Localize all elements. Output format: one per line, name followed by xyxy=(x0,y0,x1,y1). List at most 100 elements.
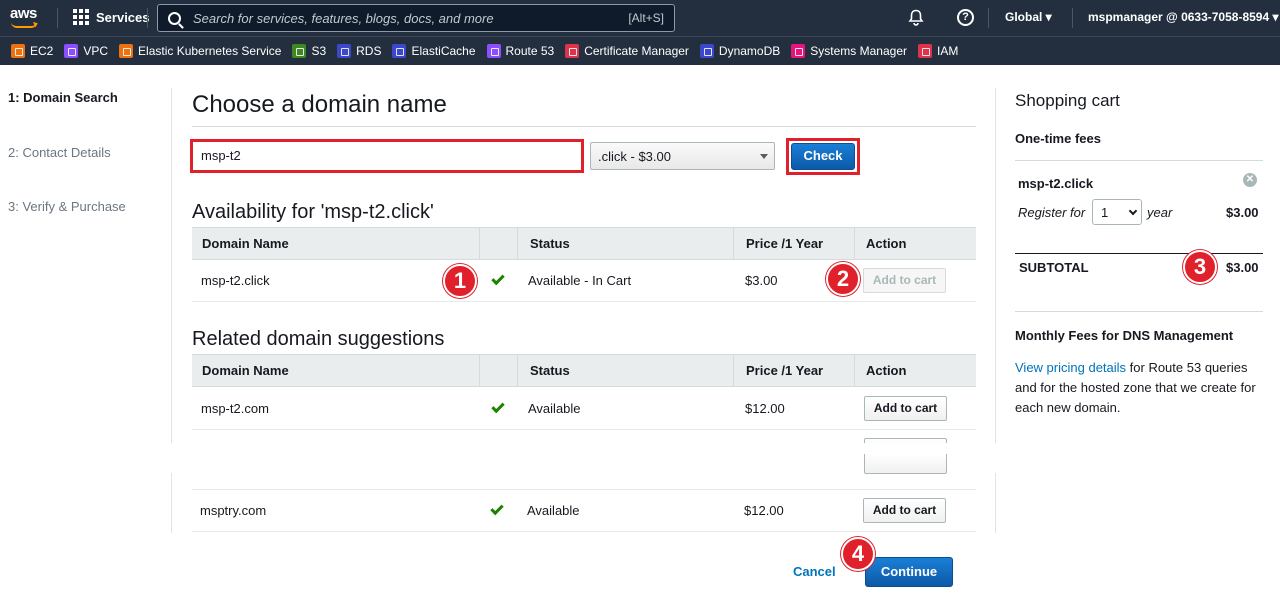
search-input[interactable]: Search for services, features, blogs, do… xyxy=(157,4,675,32)
divider xyxy=(147,8,148,28)
divider xyxy=(1015,253,1263,254)
add-to-cart-button-partial[interactable] xyxy=(864,454,947,474)
year-label: year xyxy=(1147,205,1173,220)
favorite-dynamodb[interactable]: DynamoDB xyxy=(699,44,781,58)
table-row: msptry.com Available $12.00 Add to cart xyxy=(192,490,976,532)
aws-logo[interactable]: aws xyxy=(10,5,37,22)
favorite-label: Systems Manager xyxy=(810,44,907,58)
status-cell: Available xyxy=(527,503,580,518)
check-button[interactable]: Check xyxy=(791,143,855,170)
services-grid-icon xyxy=(73,9,89,25)
step-marker-4: 4 xyxy=(841,537,875,571)
add-to-cart-button[interactable]: Add to cart xyxy=(864,396,947,421)
favorite-systems-manager[interactable]: Systems Manager xyxy=(791,44,907,58)
favorite-label: RDS xyxy=(356,44,382,58)
monthly-fees-heading: Monthly Fees for DNS Management xyxy=(1015,328,1234,343)
favorite-route-53[interactable]: Route 53 xyxy=(486,44,554,58)
divider xyxy=(192,126,976,127)
check-button-highlight: Check xyxy=(786,138,860,175)
step-contact-details: 2: Contact Details xyxy=(8,145,111,160)
status-cell: Available xyxy=(528,401,581,416)
favorite-iam[interactable]: IAM xyxy=(917,44,959,58)
favorite-s3[interactable]: S3 xyxy=(292,44,326,58)
favorite-ec2[interactable]: EC2 xyxy=(11,44,53,58)
chevron-down-icon xyxy=(1128,206,1138,216)
continue-button[interactable]: Continue xyxy=(865,557,953,587)
favorite-elastic-kubernetes-service[interactable]: Elastic Kubernetes Service xyxy=(119,44,281,58)
view-pricing-link[interactable]: View pricing details xyxy=(1015,360,1126,375)
divider xyxy=(1015,160,1263,161)
divider xyxy=(733,355,734,386)
account-menu[interactable]: mspmanager @ 0633-7058-8594 ▾ xyxy=(1088,10,1279,24)
divider xyxy=(517,228,518,259)
service-icon xyxy=(392,44,407,58)
domain-name-input[interactable]: msp-t2 xyxy=(190,139,584,173)
one-time-fees-heading: One-time fees xyxy=(1015,131,1101,146)
favorite-label: EC2 xyxy=(30,44,54,58)
divider xyxy=(854,355,855,386)
column-header-domain: Domain Name xyxy=(202,236,289,251)
search-shortcut: [Alt+S] xyxy=(628,11,664,25)
notifications-bell-icon[interactable] xyxy=(908,9,924,31)
column-header-action: Action xyxy=(866,236,907,251)
favorite-label: DynamoDB xyxy=(718,44,781,58)
help-icon[interactable]: ? xyxy=(957,9,974,26)
related-title: Related domain suggestions xyxy=(192,328,445,350)
chevron-down-icon xyxy=(760,154,768,159)
favorite-label: IAM xyxy=(936,44,959,58)
table-row: msp-t2.com Available $12.00 Add to cart xyxy=(192,388,976,430)
service-icon xyxy=(64,44,79,58)
shopping-cart-title: Shopping cart xyxy=(1015,91,1120,110)
column-header-price: Price /1 Year xyxy=(746,363,824,378)
column-header-status: Status xyxy=(530,363,570,378)
favorite-label: Elastic Kubernetes Service xyxy=(138,44,282,58)
divider xyxy=(171,473,172,533)
column-header-price: Price /1 Year xyxy=(746,236,824,251)
domain-cell: msp-t2.com xyxy=(201,401,269,416)
service-icon xyxy=(565,44,580,58)
favorite-label: S3 xyxy=(311,44,327,58)
available-check-icon xyxy=(491,399,505,414)
service-icon xyxy=(337,44,352,58)
column-header-status: Status xyxy=(530,236,570,251)
step-domain-search[interactable]: 1: Domain Search xyxy=(8,90,118,105)
step-marker-3: 3 xyxy=(1183,250,1217,284)
services-label: Services xyxy=(96,9,150,25)
favorite-elasticache[interactable]: ElastiCache xyxy=(392,44,476,58)
divider xyxy=(479,228,480,259)
favorite-label: Certificate Manager xyxy=(584,44,689,58)
service-icon xyxy=(292,44,307,58)
price-cell: $3.00 xyxy=(745,273,778,288)
services-menu-button[interactable]: Services xyxy=(73,9,150,25)
favorite-label: ElastiCache xyxy=(411,44,476,58)
tld-selected-value: .click - $3.00 xyxy=(598,149,671,164)
step-marker-2: 2 xyxy=(826,262,860,296)
registration-years-select[interactable]: 1 xyxy=(1092,199,1142,225)
cart-item-price: $3.00 xyxy=(1226,205,1259,220)
column-header-domain: Domain Name xyxy=(202,363,289,378)
table-header: Domain Name Status Price /1 Year Action xyxy=(192,354,976,387)
divider xyxy=(995,88,996,443)
cancel-button[interactable]: Cancel xyxy=(793,564,836,579)
region-selector[interactable]: Global ▾ xyxy=(1005,10,1052,24)
add-to-cart-button[interactable]: Add to cart xyxy=(863,268,946,293)
available-check-icon xyxy=(491,271,505,286)
divider xyxy=(733,228,734,259)
domain-cell: msptry.com xyxy=(200,503,267,518)
favorite-vpc[interactable]: VPC xyxy=(64,44,108,58)
page-title: Choose a domain name xyxy=(192,91,447,118)
status-cell: Available - In Cart xyxy=(528,273,632,288)
search-icon xyxy=(168,11,181,25)
remove-item-icon[interactable]: ✕ xyxy=(1243,173,1257,187)
divider xyxy=(517,355,518,386)
tld-select[interactable]: .click - $3.00 xyxy=(590,142,775,170)
subtotal-value: $3.00 xyxy=(1226,260,1259,275)
favorite-rds[interactable]: RDS xyxy=(337,44,381,58)
add-to-cart-button[interactable]: Add to cart xyxy=(863,498,946,523)
favorite-certificate-manager[interactable]: Certificate Manager xyxy=(565,44,689,58)
service-icon xyxy=(11,44,25,58)
favorites-bar: EC2 VPC Elastic Kubernetes Service S3 RDS Ela… xyxy=(0,36,1280,65)
column-header-action: Action xyxy=(866,363,907,378)
price-cell: $12.00 xyxy=(744,503,784,518)
favorite-label: VPC xyxy=(83,44,109,58)
